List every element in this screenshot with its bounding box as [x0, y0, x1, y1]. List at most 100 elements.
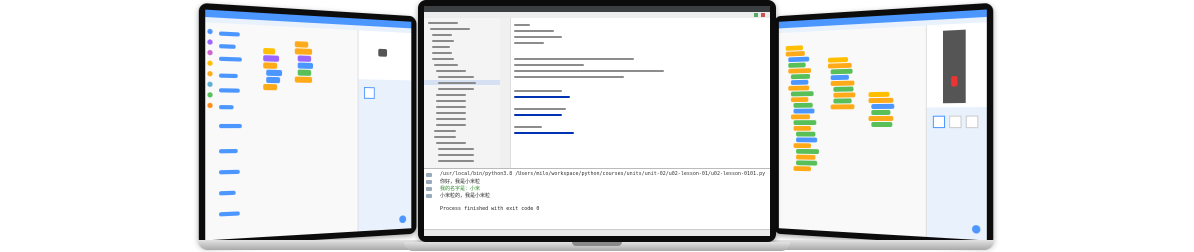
script-block[interactable] [793, 102, 813, 108]
script-block[interactable] [796, 131, 816, 137]
sprite-thumbnail[interactable] [363, 87, 375, 99]
scroll-icon[interactable] [426, 187, 432, 191]
tree-item[interactable] [436, 112, 466, 114]
sound-category-icon[interactable] [207, 49, 213, 56]
tree-item[interactable] [436, 142, 466, 144]
tree-item[interactable] [438, 88, 474, 90]
tree-item[interactable] [432, 58, 454, 60]
tree-item[interactable] [436, 70, 466, 72]
script-block[interactable] [833, 98, 852, 104]
tree-item[interactable] [436, 118, 466, 120]
script-block[interactable] [796, 160, 818, 166]
code-area[interactable] [244, 24, 359, 239]
script-block[interactable] [788, 85, 810, 91]
variables-category-icon[interactable] [207, 102, 213, 109]
tree-item[interactable] [432, 40, 454, 42]
script-block[interactable] [793, 108, 815, 114]
sprite-thumbnail[interactable] [965, 115, 979, 129]
script-block[interactable] [788, 62, 806, 68]
script-block[interactable] [790, 114, 811, 120]
script-block[interactable] [833, 86, 854, 92]
palette-block[interactable] [219, 123, 242, 129]
sprite-thumbnail[interactable] [949, 115, 962, 129]
tree-item[interactable] [430, 28, 470, 30]
script-block[interactable] [871, 109, 891, 116]
tree-item[interactable] [432, 46, 450, 48]
script-block[interactable] [263, 83, 278, 91]
add-sprite-icon[interactable] [971, 224, 981, 234]
script-block[interactable] [790, 97, 809, 103]
script-block[interactable] [788, 56, 810, 63]
tree-item[interactable] [432, 34, 452, 36]
script-block[interactable] [790, 91, 814, 97]
run-icon[interactable] [754, 13, 758, 17]
tree-item[interactable] [438, 154, 474, 156]
control-category-icon[interactable] [207, 71, 213, 77]
palette-block[interactable] [219, 211, 240, 217]
tree-item[interactable] [436, 124, 466, 126]
tree-item[interactable] [438, 148, 474, 150]
tree-item[interactable] [436, 94, 466, 96]
script-block[interactable] [294, 48, 313, 55]
palette-block[interactable] [219, 56, 242, 62]
stop-icon[interactable] [426, 180, 432, 184]
script-block[interactable] [830, 68, 853, 75]
script-block[interactable] [297, 55, 312, 62]
tree-item[interactable] [434, 130, 456, 132]
block-palette[interactable] [215, 22, 246, 240]
palette-block[interactable] [219, 44, 236, 49]
script-block[interactable] [827, 57, 848, 63]
project-tree[interactable] [424, 18, 501, 168]
events-category-icon[interactable] [207, 60, 213, 66]
script-block[interactable] [294, 76, 313, 83]
tree-item[interactable] [438, 76, 474, 78]
palette-block[interactable] [219, 148, 238, 154]
script-block[interactable] [830, 104, 855, 110]
print-icon[interactable] [426, 194, 432, 198]
motion-category-icon[interactable] [207, 28, 213, 35]
palette-block[interactable] [219, 31, 240, 37]
palette-block[interactable] [219, 190, 236, 196]
tree-item[interactable] [438, 160, 474, 162]
script-block[interactable] [830, 74, 849, 81]
code-area[interactable] [778, 25, 927, 237]
script-block[interactable] [833, 92, 856, 98]
script-block[interactable] [790, 79, 809, 85]
palette-block[interactable] [219, 73, 238, 79]
script-block[interactable] [793, 166, 811, 172]
script-block[interactable] [827, 62, 852, 69]
script-block[interactable] [793, 120, 817, 125]
rerun-icon[interactable] [426, 173, 432, 177]
palette-block[interactable] [219, 105, 234, 110]
tree-item[interactable] [432, 52, 452, 54]
sensing-category-icon[interactable] [207, 81, 213, 88]
operators-category-icon[interactable] [207, 92, 213, 98]
script-block[interactable] [871, 103, 895, 110]
script-block[interactable] [793, 143, 811, 149]
sprite-thumbnail[interactable] [932, 115, 946, 129]
tree-item[interactable] [436, 106, 466, 108]
script-block[interactable] [796, 154, 816, 160]
script-block[interactable] [830, 80, 855, 87]
script-block[interactable] [796, 137, 818, 143]
tree-item[interactable] [434, 136, 456, 138]
script-block[interactable] [297, 69, 312, 76]
palette-block[interactable] [219, 169, 240, 175]
code-editor[interactable] [500, 18, 770, 168]
script-block[interactable] [263, 55, 280, 62]
script-block[interactable] [263, 47, 276, 55]
tree-item[interactable] [438, 82, 476, 84]
script-block[interactable] [868, 91, 890, 98]
script-block[interactable] [790, 73, 811, 80]
sprite-pane[interactable] [925, 106, 987, 241]
script-block[interactable] [266, 76, 281, 84]
looks-category-icon[interactable] [207, 39, 213, 45]
tree-item[interactable] [428, 22, 458, 24]
script-block[interactable] [871, 121, 893, 128]
script-block[interactable] [788, 68, 811, 74]
tree-item[interactable] [436, 100, 466, 102]
script-block[interactable] [263, 62, 278, 69]
run-toolbar[interactable] [426, 173, 435, 201]
stop-icon[interactable] [761, 13, 765, 17]
script-block[interactable] [266, 69, 283, 77]
